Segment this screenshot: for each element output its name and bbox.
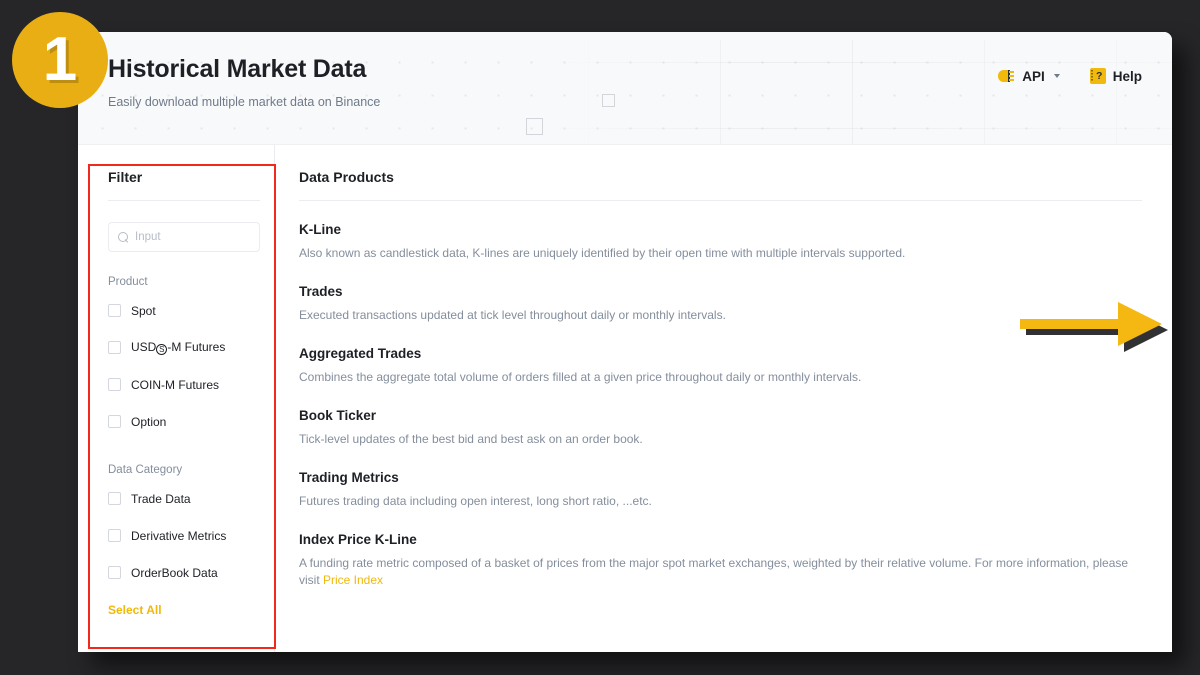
checkbox-icon[interactable] [108, 341, 121, 354]
product-description: Futures trading data including open inte… [299, 494, 652, 509]
api-label: API [1022, 68, 1045, 84]
filter-option-usds-m-futures[interactable]: USD S -M Futures [108, 329, 274, 366]
filter-title: Filter [108, 169, 143, 185]
price-index-link[interactable]: Price Index [323, 573, 383, 587]
product-name: Trading Metrics [299, 470, 399, 486]
filter-option-label: Derivative Metrics [131, 528, 227, 543]
search-input[interactable] [135, 231, 250, 243]
header-decor-square [602, 94, 615, 107]
checkbox-icon[interactable] [108, 492, 121, 505]
data-products-panel: Data Products K-Line Also known as candl… [275, 145, 1172, 652]
filter-group-label-product: Product [108, 276, 148, 288]
api-icon [998, 69, 1015, 83]
header-decor-square [526, 118, 543, 135]
filter-option-label: Trade Data [131, 491, 191, 506]
filter-group-label-data-category: Data Category [108, 464, 183, 476]
chevron-down-icon [1053, 74, 1060, 78]
filter-option-trade-data[interactable]: Trade Data [108, 480, 274, 517]
select-all-link[interactable]: Select All [108, 603, 274, 617]
checkbox-icon[interactable] [108, 304, 121, 317]
data-product-item[interactable]: Trading Metrics Futures trading data inc… [299, 470, 1142, 510]
filter-divider [108, 200, 260, 201]
product-name: K-Line [299, 222, 341, 237]
data-product-item[interactable]: Aggregated Trades Combines the aggregate… [299, 346, 1142, 386]
search-icon [118, 232, 128, 242]
circled-s-icon: S [156, 344, 168, 355]
step-number-badge: 1 [12, 12, 108, 108]
header-actions: API ? Help [998, 68, 1142, 84]
page-title: Historical Market Data [108, 55, 367, 83]
app-card: Historical Market Data Easily download m… [78, 32, 1172, 652]
filter-option-orderbook-data[interactable]: OrderBook Data [108, 554, 274, 591]
product-description: Also known as candlestick data, K-lines … [299, 246, 906, 260]
page-subtitle: Easily download multiple market data on … [108, 94, 381, 109]
header-text-block: Historical Market Data Easily download m… [108, 55, 381, 109]
checkbox-icon[interactable] [108, 378, 121, 391]
step-number: 1 [42, 25, 78, 94]
filter-sidebar: Filter Product Spot USDS-M Futures [78, 145, 274, 652]
api-menu-button[interactable]: API [998, 69, 1060, 84]
help-button[interactable]: ? Help [1089, 68, 1142, 84]
filter-option-spot[interactable]: Spot [108, 292, 274, 329]
filter-option-label: USD S -M Futures [131, 340, 225, 355]
filter-option-coin-m-futures[interactable]: COIN-M Futures [108, 366, 274, 403]
filter-option-option[interactable]: Option [108, 403, 274, 440]
filter-option-label: Option [131, 414, 167, 429]
help-label: Help [1112, 68, 1142, 84]
product-name: Book Ticker [299, 408, 377, 424]
checkbox-icon[interactable] [108, 415, 121, 428]
data-product-item[interactable]: K-Line Also known as candlestick data, K… [299, 222, 1142, 262]
filter-option-label-suffix: -M Futures [167, 340, 226, 354]
page-header: Historical Market Data Easily download m… [78, 32, 1172, 145]
checkbox-icon[interactable] [108, 529, 121, 542]
filter-option-derivative-metrics[interactable]: Derivative Metrics [108, 517, 274, 554]
screenshot-root: Historical Market Data Easily download m… [0, 0, 1200, 675]
filter-search-box[interactable] [108, 222, 260, 252]
product-description: A funding rate metric composed of a bask… [299, 555, 1137, 589]
product-description: Combines the aggregate total volume of o… [299, 370, 862, 385]
page-body: Filter Product Spot USDS-M Futures [78, 145, 1172, 652]
filter-option-label: COIN-M Futures [131, 377, 220, 392]
data-product-item[interactable]: Trades Executed transactions updated at … [299, 284, 1142, 324]
data-products-list: K-Line Also known as candlestick data, K… [299, 201, 1142, 589]
filter-option-label: OrderBook Data [131, 565, 218, 580]
product-description-text: A funding rate metric composed of a bask… [299, 556, 1129, 588]
product-description: Tick-level updates of the best bid and b… [299, 432, 643, 447]
product-name: Aggregated Trades [299, 346, 422, 362]
product-name: Trades [299, 284, 343, 300]
product-name: Index Price K-Line [299, 532, 417, 548]
filter-option-label: Spot [131, 303, 156, 318]
help-book-icon: ? [1089, 68, 1106, 84]
data-products-title: Data Products [299, 169, 394, 185]
product-description: Executed transactions updated at tick le… [299, 308, 726, 323]
data-product-item[interactable]: Index Price K-Line A funding rate metric… [299, 532, 1142, 589]
checkbox-icon[interactable] [108, 566, 121, 579]
filter-option-label-prefix: USD [131, 340, 157, 354]
data-product-item[interactable]: Book Ticker Tick-level updates of the be… [299, 408, 1142, 448]
